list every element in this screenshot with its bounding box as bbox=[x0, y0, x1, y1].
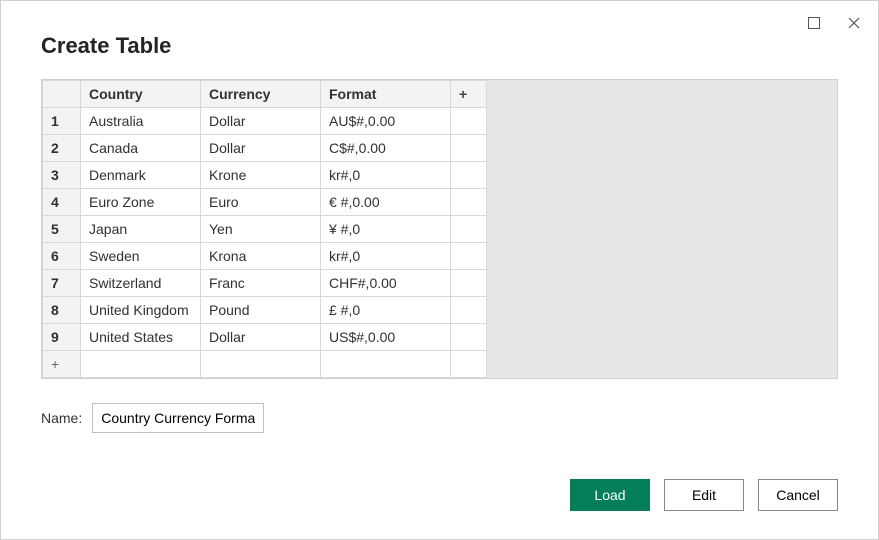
cell-country[interactable]: United States bbox=[81, 324, 201, 351]
add-row[interactable]: + bbox=[43, 351, 487, 378]
name-label: Name: bbox=[41, 410, 82, 426]
cell-country[interactable]: Canada bbox=[81, 135, 201, 162]
column-header-country[interactable]: Country bbox=[81, 81, 201, 108]
cell-empty[interactable] bbox=[451, 243, 487, 270]
table-row[interactable]: 4Euro ZoneEuro€ #,0.00 bbox=[43, 189, 487, 216]
cell-currency[interactable]: Yen bbox=[201, 216, 321, 243]
cell-empty[interactable] bbox=[451, 297, 487, 324]
create-table-dialog: Create Table Country Currency Format + 1… bbox=[0, 0, 879, 540]
column-header-format[interactable]: Format bbox=[321, 81, 451, 108]
table-row[interactable]: 2CanadaDollarC$#,0.00 bbox=[43, 135, 487, 162]
cell-country[interactable]: Australia bbox=[81, 108, 201, 135]
cell-country[interactable]: Denmark bbox=[81, 162, 201, 189]
add-row-button[interactable]: + bbox=[43, 351, 81, 378]
row-number: 8 bbox=[43, 297, 81, 324]
cell-country[interactable]: Euro Zone bbox=[81, 189, 201, 216]
cell-empty[interactable] bbox=[451, 216, 487, 243]
cell-empty[interactable] bbox=[451, 189, 487, 216]
dialog-title: Create Table bbox=[41, 33, 838, 59]
table-row[interactable]: 1AustraliaDollarAU$#,0.00 bbox=[43, 108, 487, 135]
data-table[interactable]: Country Currency Format + 1AustraliaDoll… bbox=[42, 80, 487, 378]
cell-country[interactable]: Sweden bbox=[81, 243, 201, 270]
cell-currency[interactable]: Dollar bbox=[201, 324, 321, 351]
table-row[interactable]: 9United StatesDollarUS$#,0.00 bbox=[43, 324, 487, 351]
row-number: 7 bbox=[43, 270, 81, 297]
load-button[interactable]: Load bbox=[570, 479, 650, 511]
add-column-button[interactable]: + bbox=[451, 81, 487, 108]
row-number: 6 bbox=[43, 243, 81, 270]
cell-currency[interactable]: Dollar bbox=[201, 108, 321, 135]
table-row[interactable]: 7SwitzerlandFrancCHF#,0.00 bbox=[43, 270, 487, 297]
cell-currency[interactable]: Euro bbox=[201, 189, 321, 216]
cell-currency[interactable]: Krone bbox=[201, 162, 321, 189]
cell-format[interactable]: ¥ #,0 bbox=[321, 216, 451, 243]
table-grid-area: Country Currency Format + 1AustraliaDoll… bbox=[41, 79, 838, 379]
edit-button[interactable]: Edit bbox=[664, 479, 744, 511]
cell-format[interactable]: AU$#,0.00 bbox=[321, 108, 451, 135]
cell-country[interactable]: United Kingdom bbox=[81, 297, 201, 324]
cell-currency[interactable]: Pound bbox=[201, 297, 321, 324]
table-name-input[interactable] bbox=[92, 403, 264, 433]
table-row[interactable]: 3DenmarkKronekr#,0 bbox=[43, 162, 487, 189]
name-row: Name: bbox=[41, 403, 838, 433]
cell-empty[interactable] bbox=[451, 162, 487, 189]
row-number: 5 bbox=[43, 216, 81, 243]
cell-empty[interactable] bbox=[451, 270, 487, 297]
maximize-icon[interactable] bbox=[804, 13, 824, 33]
cell-country[interactable]: Japan bbox=[81, 216, 201, 243]
row-number-header bbox=[43, 81, 81, 108]
cell-format[interactable]: C$#,0.00 bbox=[321, 135, 451, 162]
table-row[interactable]: 8United KingdomPound£ #,0 bbox=[43, 297, 487, 324]
cell-currency[interactable]: Krona bbox=[201, 243, 321, 270]
table-row[interactable]: 6SwedenKronakr#,0 bbox=[43, 243, 487, 270]
cancel-button[interactable]: Cancel bbox=[758, 479, 838, 511]
dialog-buttons: Load Edit Cancel bbox=[570, 479, 838, 511]
row-number: 2 bbox=[43, 135, 81, 162]
cell-currency[interactable]: Franc bbox=[201, 270, 321, 297]
cell-format[interactable]: kr#,0 bbox=[321, 162, 451, 189]
row-number: 3 bbox=[43, 162, 81, 189]
cell-empty[interactable] bbox=[451, 108, 487, 135]
column-header-currency[interactable]: Currency bbox=[201, 81, 321, 108]
cell-empty[interactable] bbox=[451, 324, 487, 351]
table-row[interactable]: 5JapanYen¥ #,0 bbox=[43, 216, 487, 243]
cell-format[interactable]: € #,0.00 bbox=[321, 189, 451, 216]
cell-format[interactable]: £ #,0 bbox=[321, 297, 451, 324]
cell-empty[interactable] bbox=[451, 135, 487, 162]
row-number: 1 bbox=[43, 108, 81, 135]
window-controls bbox=[804, 13, 864, 33]
row-number: 9 bbox=[43, 324, 81, 351]
cell-format[interactable]: CHF#,0.00 bbox=[321, 270, 451, 297]
cell-format[interactable]: US$#,0.00 bbox=[321, 324, 451, 351]
row-number: 4 bbox=[43, 189, 81, 216]
cell-country[interactable]: Switzerland bbox=[81, 270, 201, 297]
cell-format[interactable]: kr#,0 bbox=[321, 243, 451, 270]
cell-currency[interactable]: Dollar bbox=[201, 135, 321, 162]
close-icon[interactable] bbox=[844, 13, 864, 33]
